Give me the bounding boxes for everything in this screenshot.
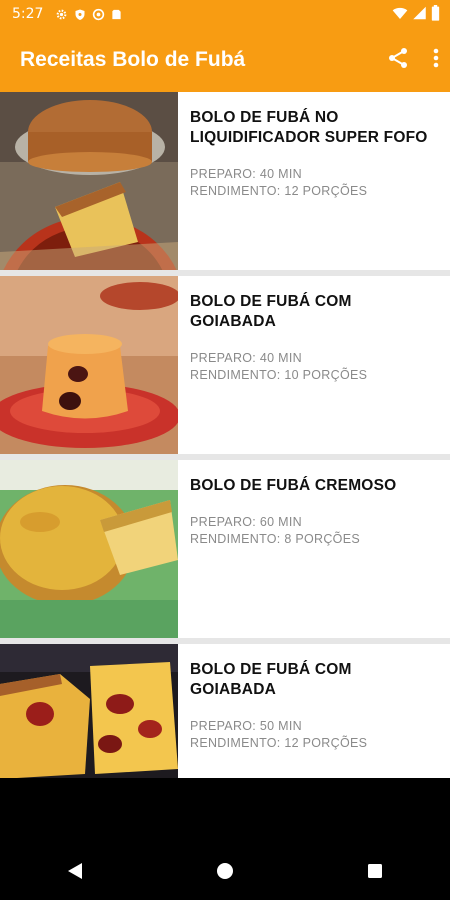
status-time: 5:27 [12, 6, 44, 22]
recipe-rendimento: RENDIMENTO: 10 PORÇÕES [190, 368, 368, 382]
recipe-rendimento: RENDIMENTO: 8 PORÇÕES [190, 532, 360, 546]
share-icon[interactable] [386, 46, 410, 70]
recipe-list[interactable]: BOLO DE FUBÁ NO LIQUIDIFICADOR SUPER FOF… [0, 92, 450, 778]
home-button[interactable] [205, 851, 245, 891]
recipe-image [0, 92, 178, 270]
recipe-card[interactable]: BOLO DE FUBÁ COM GOIABADA PREPARO: 40 MI… [0, 276, 450, 454]
recipe-preparo: PREPARO: 40 MIN [190, 351, 302, 365]
recipe-title: BOLO DE FUBÁ NO LIQUIDIFICADOR SUPER FOF… [190, 109, 428, 146]
app-title: Receitas Bolo de Fubá [20, 48, 246, 71]
back-button[interactable] [55, 851, 95, 891]
status-bar: 5:27 [0, 0, 450, 28]
sd-card-icon [112, 9, 122, 19]
recipe-meta: PREPARO: 50 MIN RENDIMENTO: 12 PORÇÕES [190, 718, 440, 752]
at-icon [93, 8, 105, 20]
status-notification-icons [55, 8, 122, 21]
recipe-meta: PREPARO: 40 MIN RENDIMENTO: 12 PORÇÕES [190, 166, 440, 200]
recipe-info: BOLO DE FUBÁ CREMOSO PREPARO: 60 MIN REN… [178, 460, 406, 638]
recipe-title: BOLO DE FUBÁ COM GOIABADA [190, 661, 352, 698]
recipe-image [0, 460, 178, 638]
back-icon [68, 863, 82, 879]
recipe-card[interactable]: BOLO DE FUBÁ CREMOSO PREPARO: 60 MIN REN… [0, 460, 450, 638]
recipe-rendimento: RENDIMENTO: 12 PORÇÕES [190, 184, 368, 198]
recipe-title: BOLO DE FUBÁ COM GOIABADA [190, 293, 352, 330]
status-system-icons [392, 5, 440, 21]
recipe-card[interactable]: BOLO DE FUBÁ COM GOIABADA PREPARO: 50 MI… [0, 644, 450, 778]
navigation-bar [0, 842, 450, 900]
gear-icon [57, 9, 67, 19]
recipe-info: BOLO DE FUBÁ NO LIQUIDIFICADOR SUPER FOF… [178, 92, 450, 270]
recipe-preparo: PREPARO: 60 MIN [190, 515, 302, 529]
shield-icon [75, 9, 85, 20]
recipe-image [0, 644, 178, 778]
recipe-preparo: PREPARO: 40 MIN [190, 167, 302, 181]
home-icon [217, 863, 233, 879]
recipe-image [0, 276, 178, 454]
wifi-icon [392, 7, 408, 19]
recipe-card[interactable]: BOLO DE FUBÁ NO LIQUIDIFICADOR SUPER FOF… [0, 92, 450, 270]
more-vert-icon[interactable] [432, 46, 440, 70]
recipe-title: BOLO DE FUBÁ CREMOSO [190, 477, 397, 494]
recents-button[interactable] [355, 851, 395, 891]
recipe-info: BOLO DE FUBÁ COM GOIABADA PREPARO: 40 MI… [178, 276, 450, 454]
app-bar-actions [386, 46, 440, 70]
signal-icon [413, 6, 426, 20]
recipe-rendimento: RENDIMENTO: 12 PORÇÕES [190, 736, 368, 750]
recipe-preparo: PREPARO: 50 MIN [190, 719, 302, 733]
recents-icon [368, 864, 382, 878]
recipe-meta: PREPARO: 40 MIN RENDIMENTO: 10 PORÇÕES [190, 350, 440, 384]
recipe-info: BOLO DE FUBÁ COM GOIABADA PREPARO: 50 MI… [178, 644, 450, 778]
recipe-meta: PREPARO: 60 MIN RENDIMENTO: 8 PORÇÕES [190, 514, 396, 548]
battery-icon [431, 5, 440, 21]
app-bar: Receitas Bolo de Fubá [0, 28, 450, 92]
